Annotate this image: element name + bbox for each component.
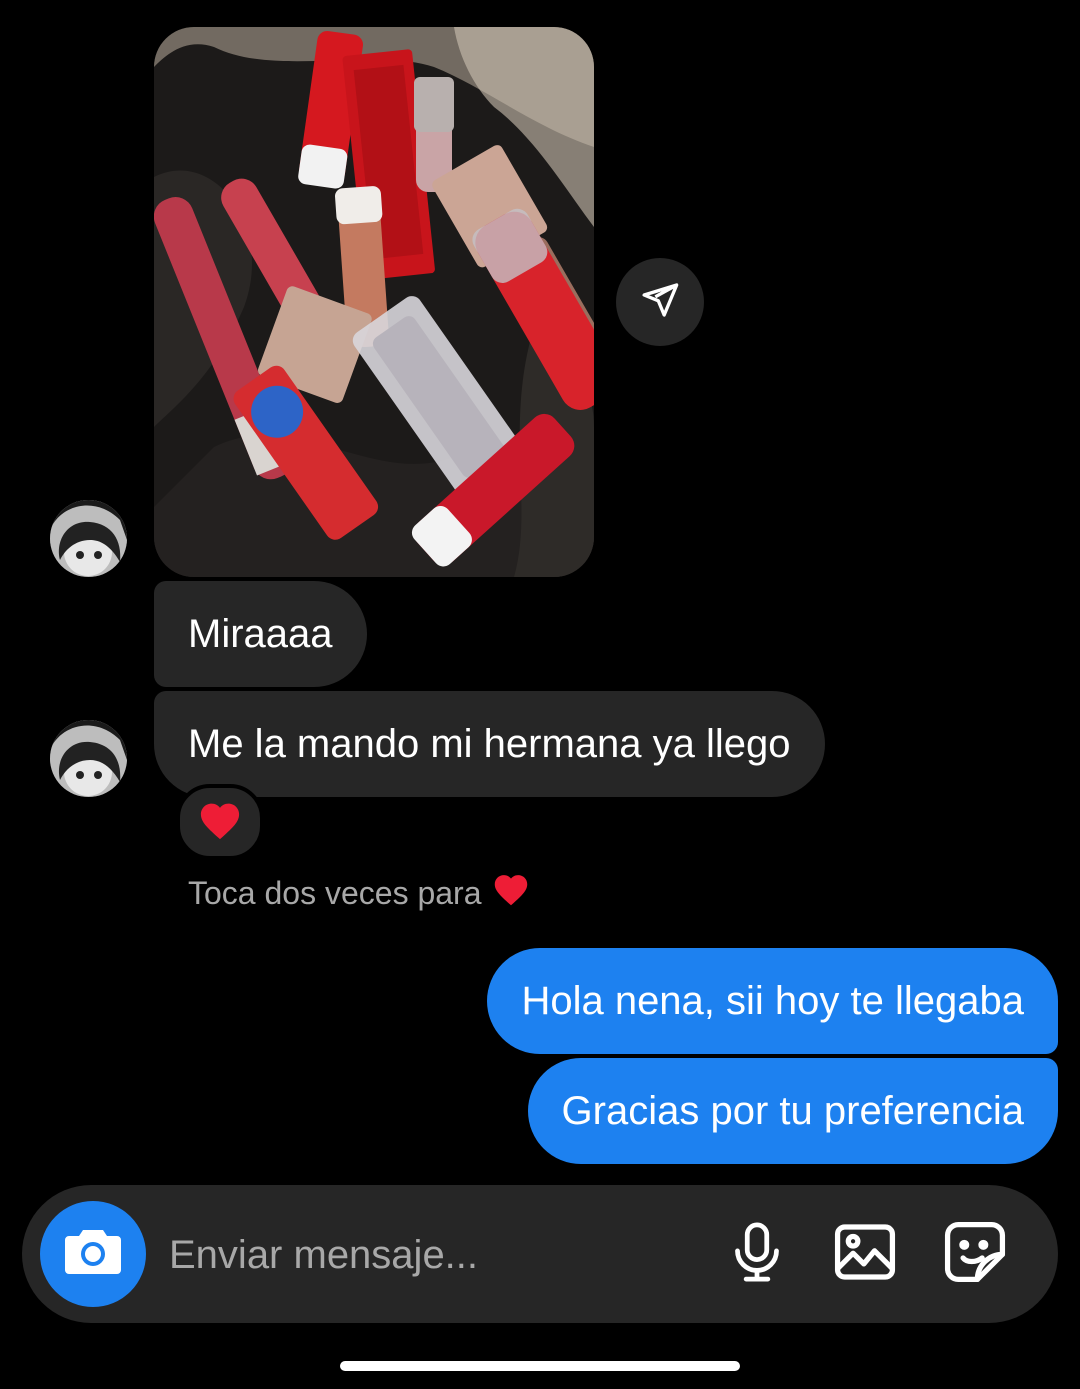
message-text: Miraaaa [188, 612, 333, 656]
message-bubble-outgoing[interactable]: Hola nena, sii hoy te llegaba [487, 948, 1058, 1054]
share-button[interactable] [616, 258, 704, 346]
message-reaction[interactable] [176, 784, 264, 860]
send-icon [640, 280, 680, 325]
lip-products-photo [154, 27, 594, 577]
message-bubble-outgoing[interactable]: Gracias por tu preferencia [527, 1058, 1058, 1164]
shared-photo[interactable] [154, 27, 594, 577]
voice-message-button[interactable] [721, 1218, 793, 1290]
hint-text: Toca dos veces para [188, 874, 482, 911]
message-text: Gracias por tu preferencia [561, 1089, 1024, 1133]
avatar[interactable] [50, 500, 127, 577]
gallery-icon [834, 1223, 896, 1286]
heart-icon [492, 872, 530, 914]
sticker-icon [944, 1221, 1006, 1288]
gallery-button[interactable] [829, 1218, 901, 1290]
sticker-button[interactable] [939, 1218, 1011, 1290]
camera-icon [63, 1226, 123, 1283]
avatar[interactable] [50, 720, 127, 797]
microphone-icon [731, 1221, 783, 1288]
contact-avatar-image [50, 500, 127, 577]
message-composer [22, 1185, 1058, 1323]
heart-icon [198, 800, 242, 845]
message-text: Hola nena, sii hoy te llegaba [521, 979, 1024, 1023]
contact-avatar-image [50, 720, 127, 797]
message-bubble-incoming[interactable]: Miraaaa [154, 581, 367, 687]
message-bubble-incoming[interactable]: Me la mando mi hermana ya llego [154, 691, 825, 797]
home-indicator[interactable] [340, 1361, 740, 1371]
message-text: Me la mando mi hermana ya llego [188, 722, 791, 766]
double-tap-hint: Toca dos veces para [188, 872, 530, 914]
message-input[interactable] [167, 1215, 691, 1295]
camera-button[interactable] [40, 1201, 146, 1307]
